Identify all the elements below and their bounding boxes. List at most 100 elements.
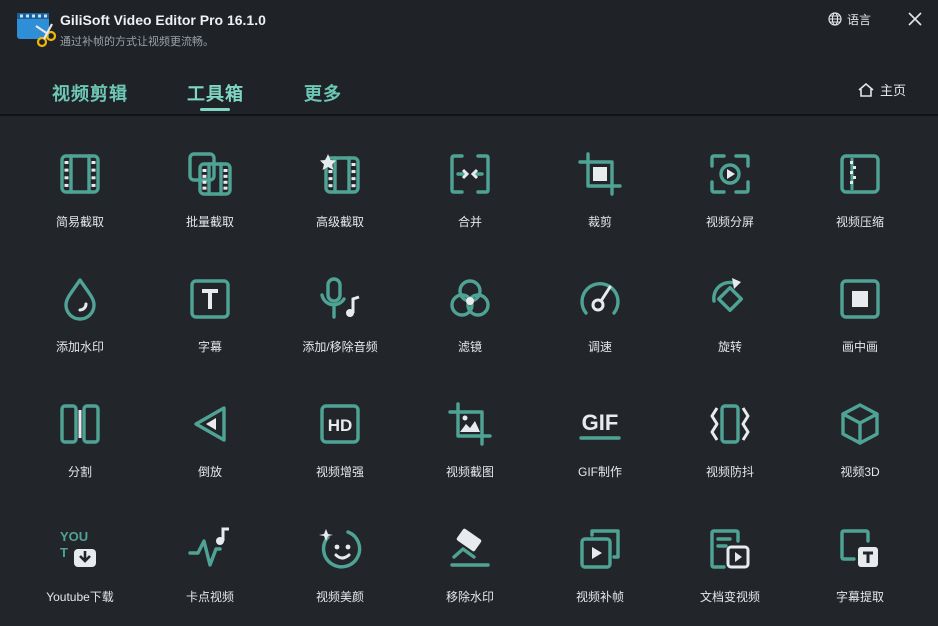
tool-label: 旋转 — [717, 340, 742, 354]
tool-label: 视频美颜 — [315, 590, 364, 604]
tab-video-edit[interactable]: 视频剪辑 — [52, 80, 128, 106]
tool-label: 视频防抖 — [705, 465, 754, 479]
split-screen-icon — [710, 154, 750, 194]
app-subtitle: 通过补帧的方式让视频更流畅。 — [60, 36, 214, 48]
tool-label: 批量截取 — [185, 215, 234, 229]
tool-label: 视频增强 — [315, 465, 364, 479]
gif-icon: GIF — [579, 410, 621, 440]
merge-icon — [450, 154, 490, 194]
tab-toolbox[interactable]: 工具箱 — [187, 80, 244, 106]
tool-gif-button[interactable]: GIF GIF制作 — [535, 374, 665, 479]
tool-label: 裁剪 — [587, 215, 612, 229]
beat-wave-icon — [188, 527, 229, 567]
tool-label: 滤镜 — [457, 340, 482, 354]
tool-label: 简易截取 — [55, 215, 104, 229]
tool-mic-music-button[interactable]: 添加/移除音频 — [275, 249, 405, 354]
tool-label: 高级截取 — [315, 215, 364, 229]
subtitle-extract-icon — [840, 529, 878, 567]
title-bar: GiliSoft Video Editor Pro 16.1.0 通过补帧的方式… — [0, 0, 938, 56]
tool-split-screen-button[interactable]: 视频分屏 — [665, 124, 795, 229]
tool-rotate-button[interactable]: 旋转 — [665, 249, 795, 354]
tool-film-button[interactable]: 简易截取 — [15, 124, 145, 229]
stabilize-icon — [710, 404, 750, 444]
app-title: GiliSoft Video Editor Pro 16.1.0 — [60, 12, 266, 28]
globe-icon — [828, 12, 842, 26]
tool-label: GIF制作 — [578, 465, 622, 479]
tool-label: 画中画 — [841, 340, 878, 354]
tool-youtube-download-button[interactable]: YOU T Youtube下载 — [15, 499, 145, 604]
batch-film-icon — [188, 152, 232, 196]
filter-circles-icon — [450, 279, 490, 317]
tool-split-button[interactable]: 分割 — [15, 374, 145, 479]
tool-label: 添加水印 — [55, 340, 104, 354]
language-button[interactable]: 语言 — [828, 10, 871, 28]
tool-speedometer-button[interactable]: 调速 — [535, 249, 665, 354]
svg-text:T: T — [60, 545, 68, 560]
tool-batch-film-button[interactable]: 批量截取 — [145, 124, 275, 229]
doc-to-video-icon — [710, 529, 750, 569]
tool-subtitle-extract-button[interactable]: 字幕提取 — [795, 499, 925, 604]
tool-beauty-face-button[interactable]: 视频美颜 — [275, 499, 405, 604]
tool-label: 合并 — [457, 215, 482, 229]
rotate-icon — [712, 278, 744, 313]
picture-in-picture-icon — [840, 279, 880, 319]
tool-label: 字幕提取 — [835, 590, 884, 604]
film-icon — [60, 154, 100, 194]
app-logo-icon — [17, 13, 56, 48]
tool-crop-button[interactable]: 裁剪 — [535, 124, 665, 229]
tool-eraser-button[interactable]: 移除水印 — [405, 499, 535, 604]
tool-star-film-button[interactable]: 高级截取 — [275, 124, 405, 229]
tool-compress-button[interactable]: 视频压缩 — [795, 124, 925, 229]
tool-label: 移除水印 — [445, 590, 494, 604]
language-label: 语言 — [847, 12, 872, 27]
tool-merge-button[interactable]: 合并 — [405, 124, 535, 229]
close-icon[interactable] — [904, 8, 926, 30]
tool-label: 视频截图 — [445, 465, 494, 479]
home-label: 主页 — [880, 83, 907, 98]
tool-label: 字幕 — [197, 340, 222, 354]
tool-picture-in-picture-button[interactable]: 画中画 — [795, 249, 925, 354]
tool-label: 视频压缩 — [835, 215, 884, 229]
tab-more[interactable]: 更多 — [304, 80, 342, 106]
home-button[interactable]: 主页 — [858, 80, 906, 99]
tool-screenshot-image-button[interactable]: 视频截图 — [405, 374, 535, 479]
mic-music-icon — [320, 277, 360, 319]
home-icon — [858, 82, 874, 97]
tool-label: 视频3D — [840, 465, 880, 479]
tool-watermark-drop-button[interactable]: 添加水印 — [15, 249, 145, 354]
watermark-drop-icon — [64, 278, 96, 321]
cube-3d-icon — [841, 403, 879, 445]
tool-frame-interpolation-button[interactable]: 视频补帧 — [535, 499, 665, 604]
tool-filter-circles-button[interactable]: 滤镜 — [405, 249, 535, 354]
tool-text-button[interactable]: 字幕 — [145, 249, 275, 354]
main-tabs: 视频剪辑 工具箱 更多 — [0, 56, 938, 114]
tool-doc-to-video-button[interactable]: 文档变视频 — [665, 499, 795, 604]
tool-stabilize-button[interactable]: 视频防抖 — [665, 374, 795, 479]
beauty-face-icon — [319, 529, 362, 569]
tool-reverse-play-button[interactable]: 倒放 — [145, 374, 275, 479]
text-icon — [190, 279, 230, 319]
compress-icon — [840, 154, 880, 194]
tool-label: Youtube下载 — [46, 590, 114, 604]
toolbox-grid: 简易截取 批量截取 高级截取 合并 裁剪 视频分屏 视频压缩添加水印 字幕 添加/移除音频 滤镜 调… — [0, 116, 938, 626]
speedometer-icon — [580, 282, 620, 315]
tool-label: 分割 — [67, 465, 92, 479]
tool-label: 调速 — [587, 340, 612, 354]
tool-label: 卡点视频 — [185, 590, 234, 604]
svg-text:YOU: YOU — [60, 529, 88, 544]
tool-beat-wave-button[interactable]: 卡点视频 — [145, 499, 275, 604]
star-film-icon — [320, 154, 360, 194]
reverse-play-icon — [194, 406, 226, 442]
crop-icon — [578, 152, 622, 196]
tool-label: 倒放 — [197, 465, 222, 479]
split-icon — [60, 404, 100, 444]
svg-text:HD: HD — [328, 416, 353, 435]
tool-label: 视频分屏 — [705, 215, 754, 229]
youtube-download-icon: YOUT — [60, 529, 96, 567]
tool-cube-3d-button[interactable]: 视频3D — [795, 374, 925, 479]
eraser-icon — [450, 528, 490, 567]
active-tab-indicator — [200, 108, 230, 111]
svg-text:GIF: GIF — [582, 410, 619, 435]
tool-label: 视频补帧 — [575, 590, 624, 604]
tool-hd-button[interactable]: HD 视频增强 — [275, 374, 405, 479]
